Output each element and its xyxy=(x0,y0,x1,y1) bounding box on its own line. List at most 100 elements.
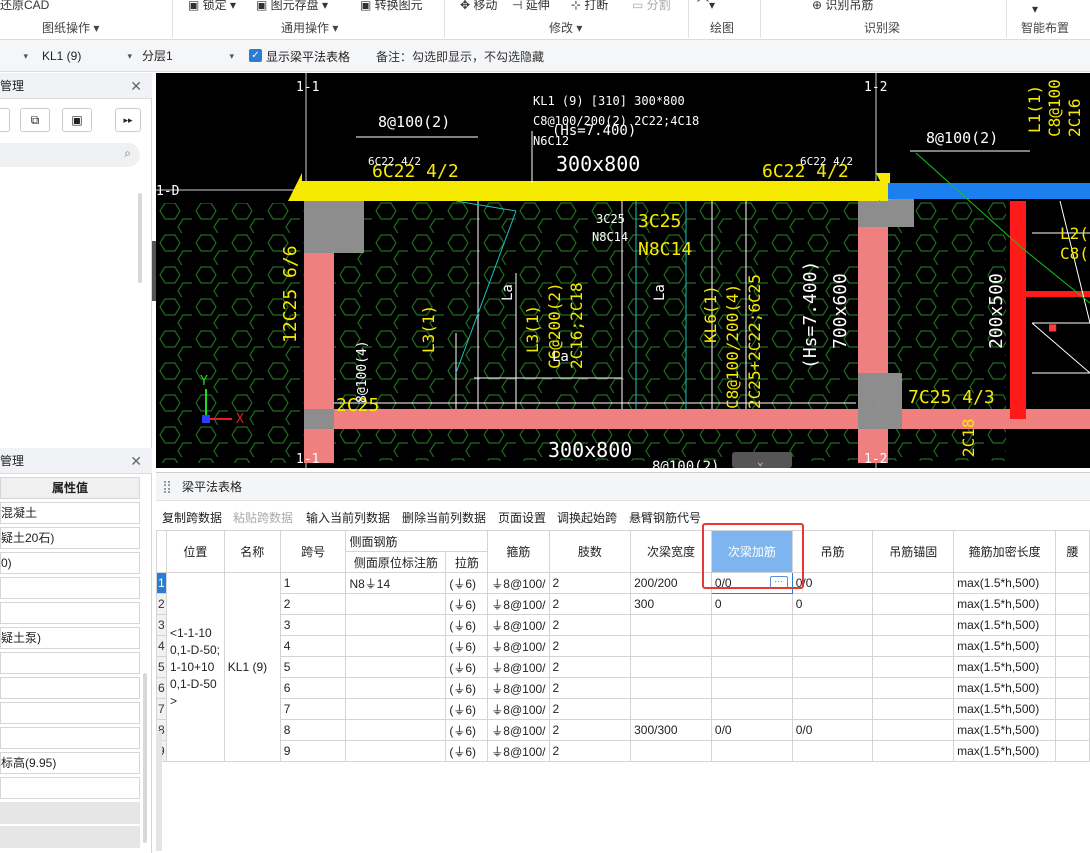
secondary-add-cell[interactable] xyxy=(710,656,793,678)
stirrup-cell[interactable]: ⏚8@100/ xyxy=(487,593,550,615)
span-cell[interactable]: 1 xyxy=(279,572,347,594)
hanger-cell[interactable] xyxy=(791,656,874,678)
more-cell[interactable] xyxy=(1055,677,1090,699)
more-cell[interactable] xyxy=(1055,635,1090,657)
table-row[interactable]: 5 5 (⏚6) ⏚8@100/ 2 max(1.5*h,500) xyxy=(156,656,1090,678)
hanger-anchor-cell[interactable] xyxy=(872,635,955,657)
lock-button[interactable]: ▣ 锁定 ▾ xyxy=(188,0,236,13)
secondary-add-cell[interactable] xyxy=(710,635,793,657)
side-bar-cell[interactable] xyxy=(345,656,447,678)
col-stirrup[interactable]: 箍筋 xyxy=(487,530,550,573)
convert-element-button[interactable]: ▣ 转换图元 xyxy=(360,0,423,13)
table-row[interactable]: 1 <1-1-100,1-D-50;1-10+100,1-D-50> KL1 (… xyxy=(156,572,1090,762)
col-secondary-width[interactable]: 次梁宽度 xyxy=(630,530,712,573)
hanger-cell[interactable]: 0/0 xyxy=(791,572,874,594)
legs-cell[interactable]: 2 xyxy=(548,593,632,615)
col-side-bar-sub[interactable]: 侧面原位标注筋 xyxy=(345,551,447,573)
floor-select[interactable]: ▾ xyxy=(0,46,30,66)
secondary-add-cell[interactable]: 0/0 xyxy=(710,719,793,741)
hanger-cell[interactable]: 0 xyxy=(791,593,874,615)
dense-length-cell[interactable]: max(1.5*h,500) xyxy=(953,719,1057,741)
legs-cell[interactable]: 2 xyxy=(548,656,632,678)
property-row[interactable] xyxy=(0,652,140,674)
tie-bar-cell[interactable]: (⏚6) xyxy=(445,740,489,762)
stirrup-cell[interactable]: ⏚8@100/ xyxy=(487,635,550,657)
property-row[interactable] xyxy=(0,702,140,724)
property-row[interactable]: 疑土20石) xyxy=(0,527,140,549)
identify-hanger-button[interactable]: ⊕ 识别吊筋 xyxy=(812,0,873,13)
layer-select[interactable]: 分层1 ▾ xyxy=(138,46,236,66)
save-icon[interactable]: ▣ xyxy=(62,108,92,132)
col-side-bar[interactable]: 侧面钢筋 xyxy=(345,530,489,552)
tie-bar-cell[interactable]: (⏚6) xyxy=(445,614,489,636)
prev-tool-icon[interactable] xyxy=(0,108,10,132)
cad-canvas[interactable]: + + + ■ 1-1 1-2 1-D 1-1 1-2 KL1 (9) [310… xyxy=(156,73,1090,468)
span-cell[interactable]: 7 xyxy=(279,698,347,720)
secondary-add-cell[interactable] xyxy=(710,614,793,636)
break-button[interactable]: ⊹ 打断 xyxy=(571,0,608,13)
secondary-add-cell[interactable] xyxy=(710,698,793,720)
secondary-width-cell[interactable] xyxy=(630,698,712,720)
col-dense-length[interactable]: 箍筋加密长度 xyxy=(953,530,1057,573)
side-bar-cell[interactable] xyxy=(345,593,447,615)
hanger-anchor-cell[interactable] xyxy=(872,614,955,636)
group-general-ops[interactable]: 通用操作 ▾ xyxy=(281,19,338,36)
show-table-checkbox[interactable]: ✓ xyxy=(249,49,262,62)
dense-length-cell[interactable]: max(1.5*h,500) xyxy=(953,593,1057,615)
side-bar-cell[interactable] xyxy=(345,677,447,699)
table-row[interactable]: 2 2 (⏚6) ⏚8@100/ 2 300 0 0 max(1.5*h,500… xyxy=(156,593,1090,615)
property-row[interactable]: 0) xyxy=(0,552,140,574)
scrollbar[interactable] xyxy=(138,193,142,283)
side-bar-cell[interactable] xyxy=(345,635,447,657)
col-tie-bar[interactable]: 拉筋 xyxy=(445,551,489,573)
copy-icon[interactable]: ⧉ xyxy=(20,108,50,132)
side-bar-cell[interactable] xyxy=(345,614,447,636)
hanger-anchor-cell[interactable] xyxy=(872,572,955,594)
dense-length-cell[interactable]: max(1.5*h,500) xyxy=(953,656,1057,678)
row-index[interactable]: 3 xyxy=(156,614,167,636)
row-index[interactable]: 6 xyxy=(156,677,167,699)
page-setup-button[interactable]: 页面设置 xyxy=(498,509,546,526)
side-bar-cell[interactable] xyxy=(345,698,447,720)
dense-length-cell[interactable]: max(1.5*h,500) xyxy=(953,635,1057,657)
legs-cell[interactable]: 2 xyxy=(548,677,632,699)
move-button[interactable]: ✥ 移动 xyxy=(460,0,497,13)
close-icon[interactable]: ✕ xyxy=(130,73,142,99)
dense-length-cell[interactable]: max(1.5*h,500) xyxy=(953,698,1057,720)
property-row[interactable] xyxy=(0,577,140,599)
col-span[interactable]: 跨号 xyxy=(279,530,347,573)
group-modify[interactable]: 修改 ▾ xyxy=(549,19,582,36)
table-row[interactable]: 6 6 (⏚6) ⏚8@100/ 2 max(1.5*h,500) xyxy=(156,677,1090,699)
col-more[interactable]: 腰 xyxy=(1055,530,1090,573)
more-cell[interactable] xyxy=(1055,698,1090,720)
tie-bar-cell[interactable]: (⏚6) xyxy=(445,572,489,594)
hanger-anchor-cell[interactable] xyxy=(872,719,955,741)
secondary-width-cell[interactable]: 300/300 xyxy=(630,719,712,741)
row-index[interactable]: 4 xyxy=(156,635,167,657)
drag-grip-icon[interactable] xyxy=(164,481,170,493)
span-cell[interactable]: 8 xyxy=(279,719,347,741)
split-button[interactable]: ▭ 分割 xyxy=(632,0,671,13)
secondary-width-cell[interactable]: 300 xyxy=(630,593,712,615)
span-cell[interactable]: 6 xyxy=(279,677,347,699)
span-cell[interactable]: 4 xyxy=(279,635,347,657)
col-position[interactable]: 位置 xyxy=(165,530,225,573)
search-input[interactable]: ⌕ xyxy=(0,143,140,167)
hanger-anchor-cell[interactable] xyxy=(872,698,955,720)
side-bar-cell[interactable]: N8⏚14 xyxy=(345,572,447,594)
span-cell[interactable]: 9 xyxy=(279,740,347,762)
legs-cell[interactable]: 2 xyxy=(548,698,632,720)
table-row[interactable]: 3 3 (⏚6) ⏚8@100/ 2 max(1.5*h,500) xyxy=(156,614,1090,636)
dense-length-cell[interactable]: max(1.5*h,500) xyxy=(953,614,1057,636)
hanger-cell[interactable]: 0/0 xyxy=(791,719,874,741)
row-index[interactable]: 5 xyxy=(156,656,167,678)
more-cell[interactable] xyxy=(1055,593,1090,615)
property-row[interactable] xyxy=(0,677,140,699)
side-bar-cell[interactable] xyxy=(345,740,447,762)
col-name[interactable]: 名称 xyxy=(223,530,281,573)
legs-cell[interactable]: 2 xyxy=(548,740,632,762)
copy-span-data-button[interactable]: 复制跨数据 xyxy=(162,509,222,526)
stirrup-cell[interactable]: ⏚8@100/ xyxy=(487,614,550,636)
hanger-anchor-cell[interactable] xyxy=(872,677,955,699)
property-row[interactable] xyxy=(0,727,140,749)
